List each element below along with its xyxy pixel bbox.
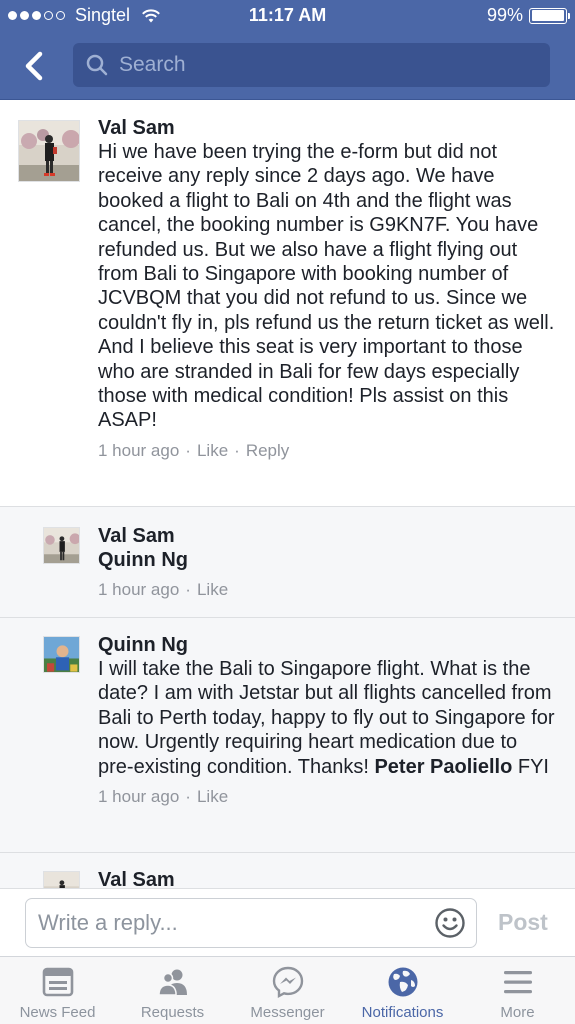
mention-link[interactable]: Peter Paoliello xyxy=(374,756,512,778)
smiley-icon xyxy=(435,908,465,938)
battery-icon xyxy=(529,7,570,24)
separator-dot: · xyxy=(185,787,191,807)
mention-link[interactable]: Quinn Ng xyxy=(98,548,557,572)
tab-label: News Feed xyxy=(19,1004,96,1021)
comment-body: Quinn Ng I will take the Bali to Singapo… xyxy=(98,633,557,807)
like-link[interactable]: Like xyxy=(197,580,228,600)
top-header: Singtel 11:17 AM 99% xyxy=(0,0,575,100)
chevron-left-icon xyxy=(25,51,43,81)
tab-label: Requests xyxy=(140,1004,205,1021)
profile-photo xyxy=(44,872,79,888)
reply-item: Quinn Ng I will take the Bali to Singapo… xyxy=(0,618,575,853)
comment-meta: 1 hour ago · Like · Reply xyxy=(98,441,557,461)
tab-notifications[interactable]: Notifications xyxy=(345,957,460,1024)
tab-bar: News Feed Requests Messenger Notificatio… xyxy=(0,956,575,1024)
profile-photo xyxy=(44,637,79,672)
tab-label: Messenger xyxy=(250,1004,325,1021)
comment-body: Val Sam Hi we have been trying the e-for… xyxy=(98,116,557,461)
separator-dot: · xyxy=(234,440,240,460)
reply-composer: Post xyxy=(0,888,575,956)
messenger-icon xyxy=(272,966,303,999)
separator-dot: · xyxy=(185,580,191,599)
tab-messenger[interactable]: Messenger xyxy=(230,957,345,1024)
comment-item: Val Sam Hi we have been trying the e-for… xyxy=(0,101,575,507)
author-name[interactable]: Val Sam xyxy=(98,116,557,140)
menu-icon xyxy=(503,971,532,994)
author-name[interactable]: Val Sam xyxy=(98,524,557,548)
tab-more[interactable]: More xyxy=(460,957,575,1024)
avatar[interactable] xyxy=(43,527,80,564)
globe-icon xyxy=(388,967,417,997)
status-right: 99% xyxy=(486,5,570,26)
search-bar[interactable] xyxy=(73,43,550,87)
comment-meta: 1 hour ago · Like xyxy=(98,787,557,807)
comment-body: Val Sam xyxy=(98,868,557,888)
avatar[interactable] xyxy=(43,871,80,888)
search-icon xyxy=(86,54,108,76)
reply-item: Val Sam xyxy=(0,853,575,888)
comment-body: Val Sam Quinn Ng 1 hour ago · Like xyxy=(98,524,557,600)
news-feed-icon xyxy=(42,967,73,997)
battery-fill xyxy=(531,10,565,21)
avatar[interactable] xyxy=(18,120,80,182)
profile-photo xyxy=(44,528,79,563)
search-input[interactable] xyxy=(119,53,539,77)
comment-text: I will take the Bali to Singapore flight… xyxy=(98,657,557,779)
timestamp[interactable]: 1 hour ago xyxy=(98,580,179,600)
author-name[interactable]: Val Sam xyxy=(98,868,557,888)
comment-text: Hi we have been trying the e-form but di… xyxy=(98,141,555,432)
comment-meta: 1 hour ago · Like xyxy=(98,580,557,600)
tab-requests[interactable]: Requests xyxy=(115,957,230,1024)
comment-thread[interactable]: Val Sam Hi we have been trying the e-for… xyxy=(0,101,575,888)
like-link[interactable]: Like xyxy=(197,441,228,461)
tab-news-feed[interactable]: News Feed xyxy=(0,957,115,1024)
battery-percent: 99% xyxy=(486,5,523,25)
timestamp[interactable]: 1 hour ago xyxy=(98,787,179,807)
comment-text-suffix: FYI xyxy=(517,755,549,778)
like-link[interactable]: Like xyxy=(197,787,228,807)
avatar[interactable] xyxy=(43,636,80,673)
timestamp[interactable]: 1 hour ago xyxy=(98,441,179,461)
reply-field[interactable] xyxy=(25,898,477,948)
emoji-button[interactable] xyxy=(434,907,466,939)
status-bar: Singtel 11:17 AM 99% xyxy=(0,0,575,32)
tab-label: More xyxy=(500,1004,535,1021)
separator-dot: · xyxy=(185,440,191,460)
profile-photo xyxy=(19,121,79,181)
post-button[interactable]: Post xyxy=(498,909,548,936)
reply-link[interactable]: Reply xyxy=(246,441,289,461)
back-button[interactable] xyxy=(18,46,54,86)
friend-requests-icon xyxy=(157,969,187,996)
reply-input[interactable] xyxy=(38,910,428,936)
author-name[interactable]: Quinn Ng xyxy=(98,633,557,657)
tab-label: Notifications xyxy=(361,1004,444,1021)
reply-item: Val Sam Quinn Ng 1 hour ago · Like xyxy=(0,507,575,618)
